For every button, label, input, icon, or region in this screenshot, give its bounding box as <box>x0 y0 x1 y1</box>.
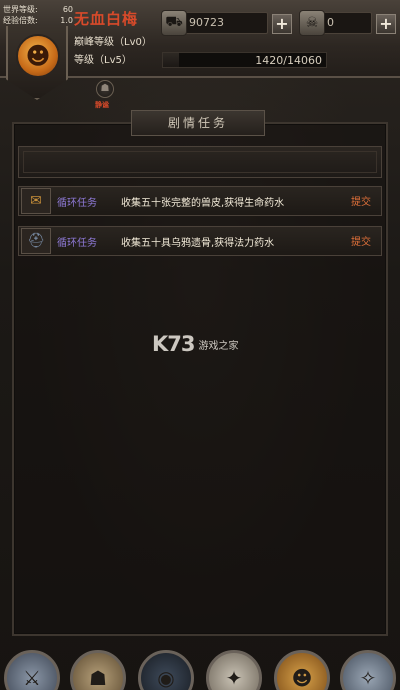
quest-list-header <box>18 146 382 178</box>
player-avatar[interactable]: ☻ <box>16 34 60 78</box>
world-info: 世界等级: 60 经验倍数: 1.0 <box>3 4 73 26</box>
quest-type: 循环任务 <box>57 238 97 249</box>
quest-row[interactable]: ⛑ 循环任务 收集五十具乌鸦遗骨,获得法力药水 提交 <box>18 226 382 256</box>
character-icon[interactable]: ☻ <box>274 650 330 690</box>
bottom-nav: ⚔ ☗ ◉ ✦ ☻ ✧ <box>0 648 400 690</box>
exp-bar-fill <box>163 53 180 67</box>
currency-1-bar: ⛟ 90723 <box>161 10 268 36</box>
player-name: 无血白梅 <box>74 10 139 28</box>
submit-quest-button[interactable]: 提交 <box>351 233 371 248</box>
watermark-site: 游戏之家 <box>198 340 239 352</box>
currency-2-bar: ☠ 0 <box>299 10 372 36</box>
world-level-value: 60 <box>62 5 73 14</box>
currency-2-value: 0 <box>327 16 334 29</box>
exp-bar: 1420/14060 <box>162 52 327 68</box>
watermark-brand: K73 <box>152 332 195 356</box>
world-level-label: 世界等级: <box>3 5 38 14</box>
skill-icon[interactable]: ✦ <box>206 650 262 690</box>
demon-face-icon: ☻ <box>25 42 51 70</box>
exp-multiplier-value: 1.0 <box>60 16 73 25</box>
quest-description: 收集五十具乌鸦遗骨,获得法力药水 <box>121 238 275 249</box>
quest-description: 收集五十张完整的兽皮,获得生命药水 <box>121 198 285 209</box>
player-level: 等级（Lv5） <box>74 55 132 66</box>
portal-icon[interactable]: ◉ <box>138 650 194 690</box>
quest-type: 循环任务 <box>57 198 97 209</box>
exp-multiplier-label: 经验倍数: <box>3 16 38 25</box>
skull-icon: ☠ <box>299 10 325 36</box>
warrior-icon[interactable]: ⚔ <box>4 650 60 690</box>
status-badge-icon[interactable]: ☗ <box>96 80 114 98</box>
exp-text: 1420/14060 <box>255 54 322 67</box>
currency-1-value: 90723 <box>189 16 224 29</box>
tab-story-quests[interactable]: 剧情任务 <box>131 110 265 136</box>
helmet-icon: ⛑ <box>21 228 51 254</box>
add-currency-1-button[interactable]: + <box>272 14 292 34</box>
submit-quest-button[interactable]: 提交 <box>351 193 371 208</box>
player-info: 无血白梅 巅峰等级（Lv0） 等级（Lv5） <box>74 8 158 72</box>
scroll-icon: ✉ <box>21 188 51 214</box>
add-currency-2-button[interactable]: + <box>376 14 396 34</box>
top-header: 世界等级: 60 经验倍数: 1.0 ☻ 无血白梅 巅峰等级（Lv0） 等级（L… <box>0 0 400 100</box>
map-icon[interactable]: ✧ <box>340 650 396 690</box>
watermark: K73 游戏之家 <box>152 332 239 356</box>
status-badge-label: 静谧 <box>95 101 109 109</box>
quest-row[interactable]: ✉ 循环任务 收集五十张完整的兽皮,获得生命药水 提交 <box>18 186 382 216</box>
cart-icon: ⛟ <box>161 10 187 36</box>
peak-level: 巅峰等级（Lv0） <box>74 37 152 48</box>
bag-icon[interactable]: ☗ <box>70 650 126 690</box>
